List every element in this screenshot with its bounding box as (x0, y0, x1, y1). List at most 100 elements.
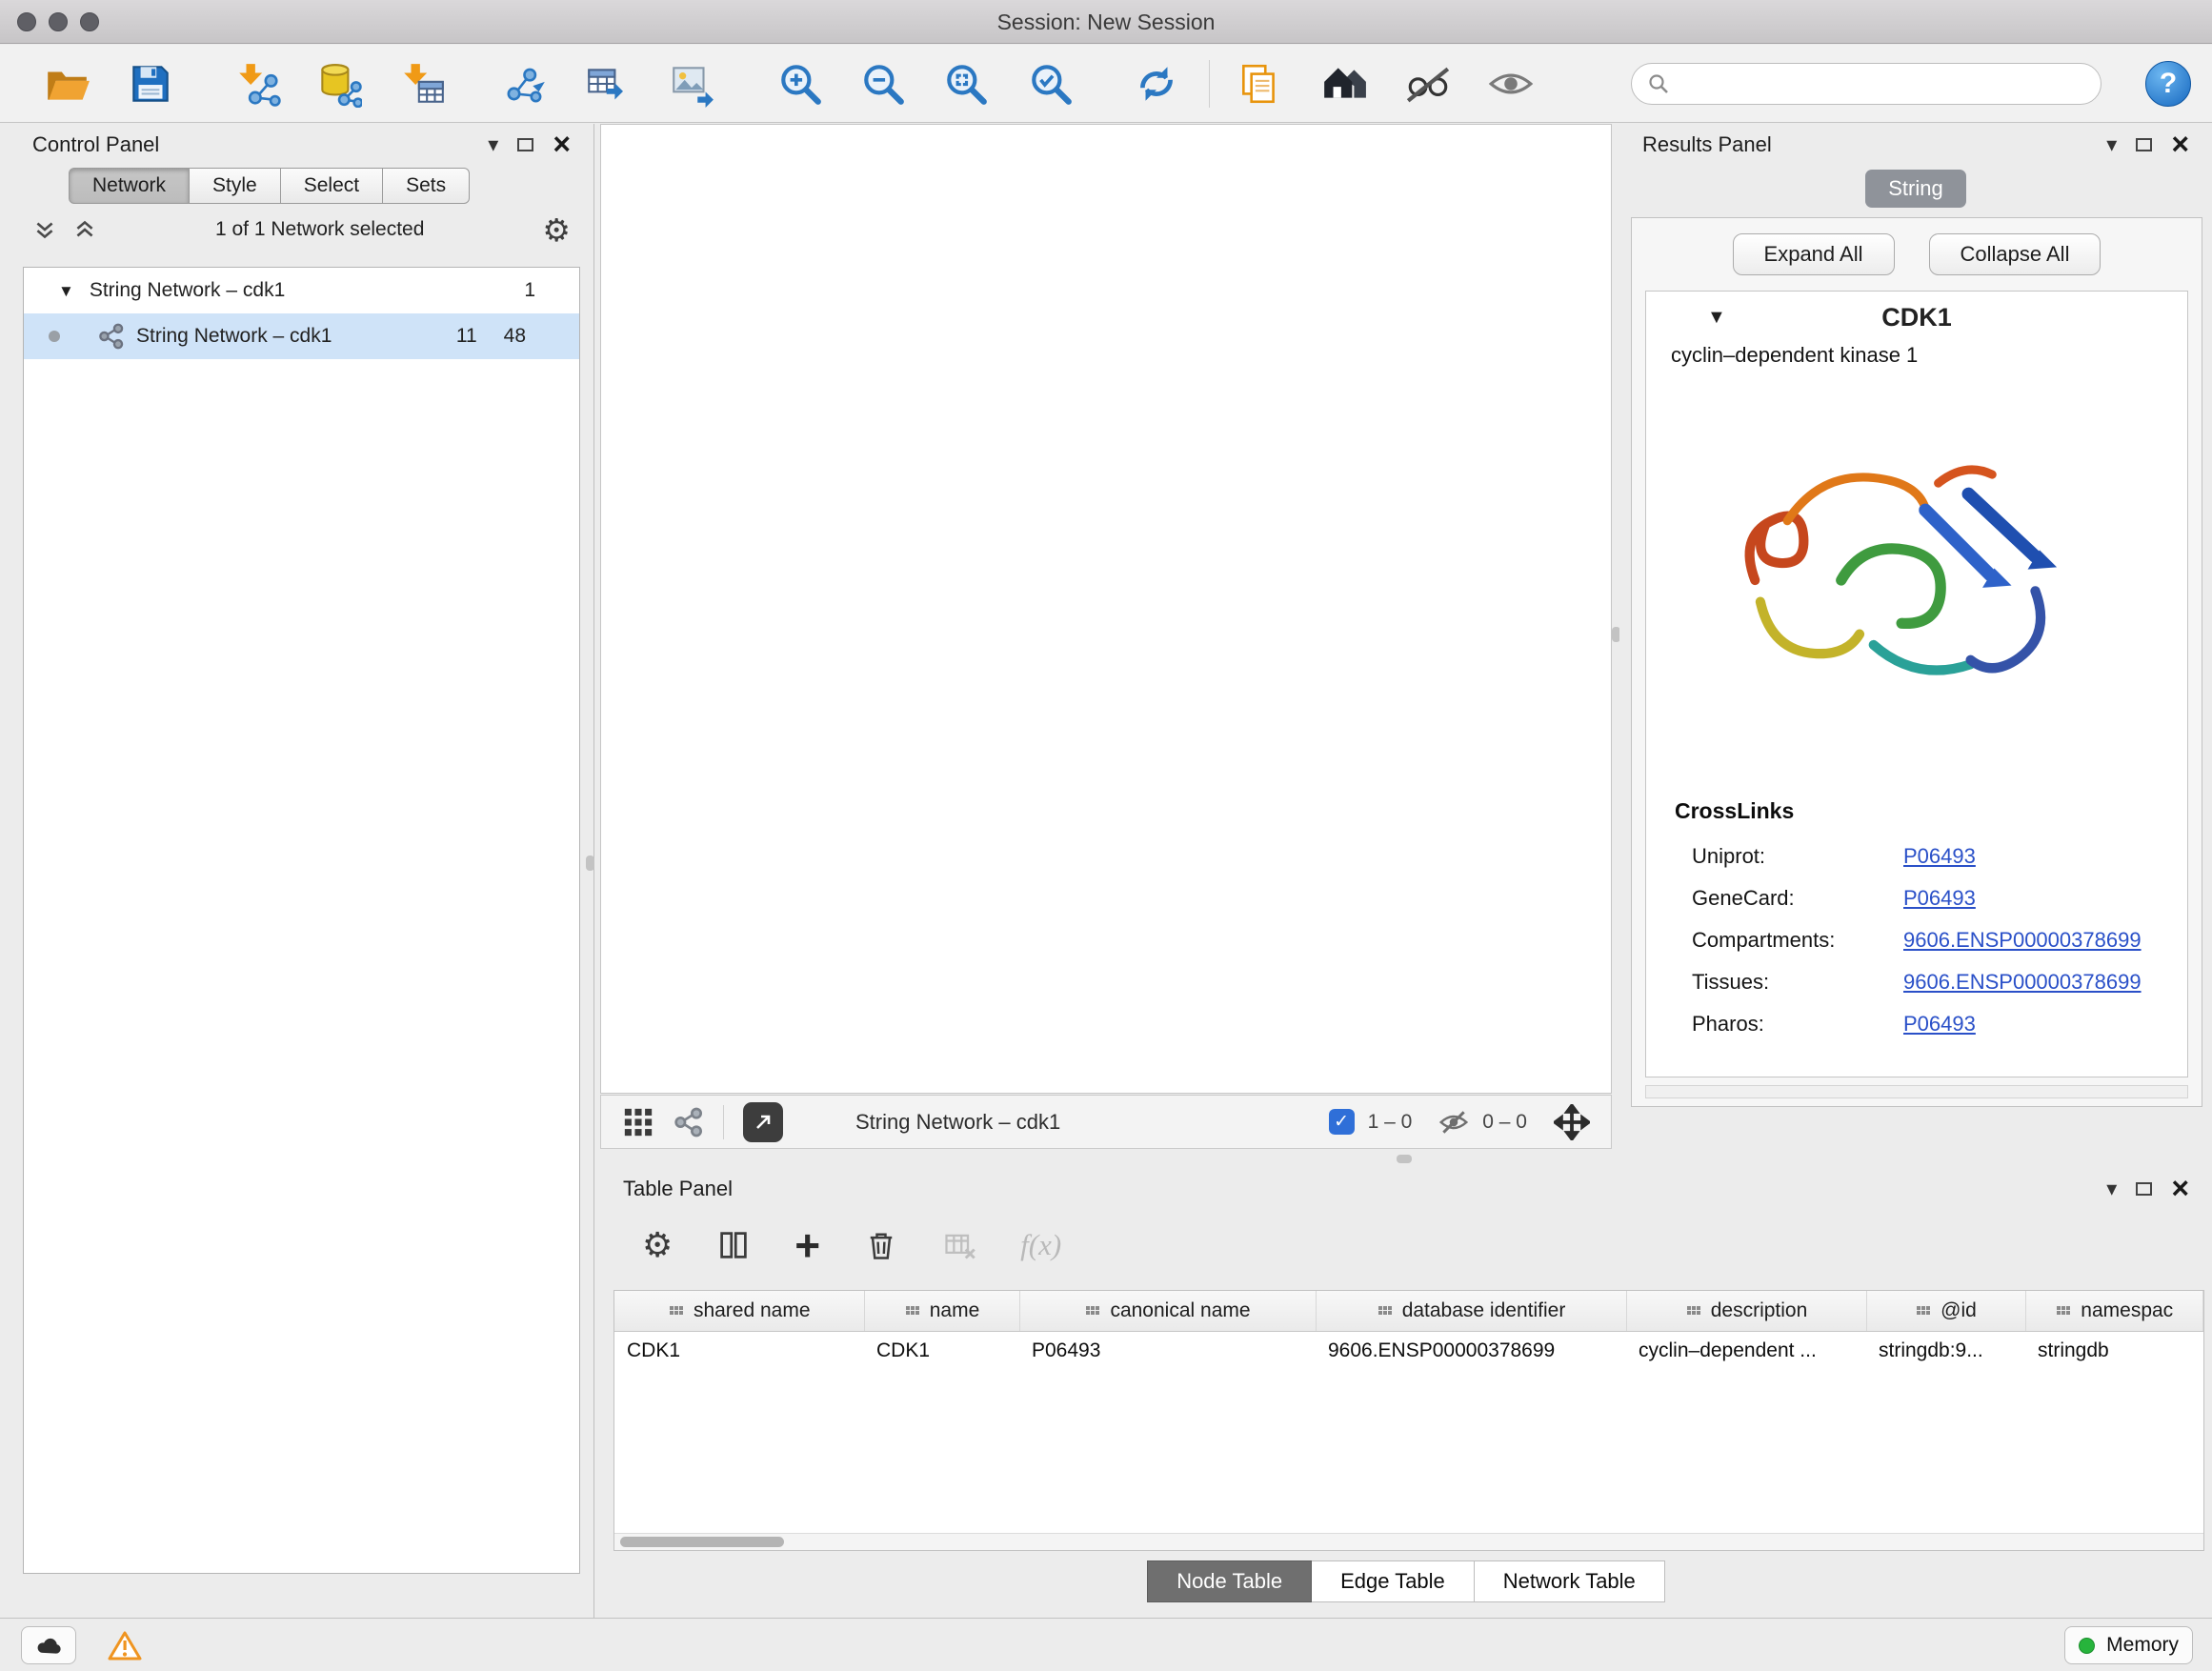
network-row-selected[interactable]: String Network – cdk1 11 48 (24, 313, 579, 359)
open-folder-icon (43, 60, 90, 108)
search-box[interactable] (1631, 63, 2101, 105)
export-table-button[interactable] (576, 53, 637, 114)
results-panel-header: Results Panel ▾ × (1619, 124, 2212, 166)
zoom-in-button[interactable] (770, 53, 831, 114)
triangle-down-icon[interactable]: ▼ (1707, 308, 1726, 327)
search-input[interactable] (1679, 72, 2085, 95)
tab-network[interactable]: Network (69, 168, 190, 204)
zoom-selected-icon (1027, 60, 1075, 108)
crosslink-row: Pharos:P06493 (1646, 1003, 2187, 1045)
tab-select[interactable]: Select (281, 168, 383, 204)
export-image-button[interactable] (661, 53, 722, 114)
column-header-name[interactable]: name (864, 1291, 1019, 1331)
network-from-selection-button[interactable] (494, 53, 555, 114)
panel-maximize-icon[interactable] (2136, 138, 2152, 151)
collapse-all-button[interactable]: Collapse All (1929, 233, 2101, 275)
network-options-gear-icon[interactable]: ⚙ (542, 214, 571, 246)
toolbar-separator (1209, 60, 1210, 108)
left-splitter-handle[interactable] (586, 856, 594, 871)
window-zoom-button[interactable] (80, 12, 99, 31)
crosslink-link[interactable]: P06493 (1903, 886, 1976, 911)
tab-sets[interactable]: Sets (383, 168, 470, 204)
glasses-slash-icon (1404, 60, 1452, 108)
detach-view-button[interactable] (743, 1102, 783, 1142)
crosslink-link[interactable]: P06493 (1903, 844, 1976, 869)
column-header--id[interactable]: @id (1866, 1291, 2025, 1331)
delete-column-trash-icon[interactable] (864, 1228, 898, 1262)
zoom-out-button[interactable] (853, 53, 914, 114)
expand-all-button[interactable]: Expand All (1733, 233, 1895, 275)
crosslink-row: Compartments:9606.ENSP00000378699 (1646, 919, 2187, 961)
expand-all-icon[interactable] (72, 217, 97, 242)
results-scrollbar[interactable] (1645, 1085, 2188, 1098)
show-hide-button[interactable] (1480, 53, 1541, 114)
column-header-database-identifier[interactable]: database identifier (1316, 1291, 1626, 1331)
network-collection-row[interactable]: ▼ String Network – cdk1 1 (24, 268, 579, 313)
column-header-label: description (1711, 1299, 1808, 1322)
gene-section-header[interactable]: ▼ CDK1 (1646, 292, 2187, 343)
crosslink-link[interactable]: 9606.ENSP00000378699 (1903, 970, 2142, 995)
crosslink-label: Pharos: (1692, 1012, 1903, 1037)
network-canvas[interactable] (600, 124, 1612, 1094)
panel-close-icon[interactable]: × (2171, 1177, 2189, 1201)
help-button[interactable]: ? (2145, 61, 2191, 107)
hidden-eye-slash-icon[interactable] (1438, 1107, 1469, 1137)
network-share-icon[interactable] (674, 1107, 704, 1137)
window-title: Session: New Session (0, 0, 2212, 44)
open-session-button[interactable] (36, 53, 97, 114)
cloud-button[interactable] (21, 1626, 76, 1664)
add-column-icon[interactable]: + (794, 1228, 820, 1263)
string-tab-badge[interactable]: String (1865, 170, 1965, 208)
show-columns-icon[interactable] (716, 1228, 751, 1262)
panel-float-icon[interactable]: ▾ (2106, 1178, 2117, 1199)
memory-button[interactable]: Memory (2064, 1626, 2193, 1664)
import-network-file-button[interactable] (228, 53, 289, 114)
panel-close-icon[interactable]: × (553, 132, 571, 157)
tab-style[interactable]: Style (190, 168, 281, 204)
panel-float-icon[interactable]: ▾ (2106, 134, 2117, 155)
table-row[interactable]: CDK1CDK1P064939606.ENSP00000378699cyclin… (614, 1331, 2203, 1371)
column-header-namespac[interactable]: namespac (2025, 1291, 2203, 1331)
move-crosshair-icon[interactable] (1554, 1104, 1590, 1140)
question-icon: ? (2160, 68, 2177, 100)
fit-content-button[interactable] (935, 53, 996, 114)
table-panel-title: Table Panel (623, 1177, 733, 1201)
window-close-button[interactable] (17, 12, 36, 31)
apply-layout-button[interactable] (1126, 53, 1187, 114)
tab-node-table[interactable]: Node Table (1147, 1560, 1312, 1602)
table-cell: cyclin–dependent ... (1626, 1331, 1866, 1371)
tab-network-table[interactable]: Network Table (1475, 1560, 1665, 1602)
horizontal-splitter-handle[interactable] (1397, 1155, 1412, 1163)
crosslink-link[interactable]: P06493 (1903, 1012, 1976, 1037)
collapse-all-icon[interactable] (32, 217, 57, 242)
grid-view-icon[interactable] (622, 1106, 654, 1138)
table-settings-gear-icon[interactable]: ⚙ (642, 1228, 673, 1262)
import-network-database-button[interactable] (308, 53, 369, 114)
import-table-button[interactable] (392, 53, 453, 114)
network-view-title: String Network – cdk1 (855, 1110, 1060, 1135)
selected-checkbox-icon[interactable]: ✓ (1329, 1109, 1355, 1135)
panel-maximize-icon[interactable] (2136, 1182, 2152, 1196)
column-header-description[interactable]: description (1626, 1291, 1866, 1331)
panel-maximize-icon[interactable] (517, 138, 533, 151)
column-header-canonical-name[interactable]: canonical name (1019, 1291, 1316, 1331)
window-minimize-button[interactable] (49, 12, 68, 31)
table-horizontal-scrollbar[interactable] (614, 1533, 2203, 1550)
panel-close-icon[interactable]: × (2171, 132, 2189, 157)
column-header-shared-name[interactable]: shared name (614, 1291, 864, 1331)
save-session-button[interactable] (120, 53, 181, 114)
warnings-button[interactable] (97, 1626, 152, 1664)
toggle-details-button[interactable] (1398, 53, 1458, 114)
scrollbar-thumb[interactable] (620, 1537, 784, 1547)
navigator-button[interactable] (1314, 53, 1375, 114)
triangle-down-icon[interactable]: ▼ (58, 283, 74, 299)
tab-edge-table[interactable]: Edge Table (1312, 1560, 1475, 1602)
crosslink-link[interactable]: 9606.ENSP00000378699 (1903, 928, 2142, 953)
crosslinks-list: Uniprot:P06493GeneCard:P06493Compartment… (1646, 836, 2187, 1045)
crosslink-label: Tissues: (1692, 970, 1903, 995)
zoom-selected-button[interactable] (1020, 53, 1081, 114)
network-graph[interactable] (601, 125, 1611, 1093)
panel-float-icon[interactable]: ▾ (488, 134, 498, 155)
toolbar-separator (723, 1105, 724, 1139)
duplicate-button[interactable] (1229, 53, 1290, 114)
